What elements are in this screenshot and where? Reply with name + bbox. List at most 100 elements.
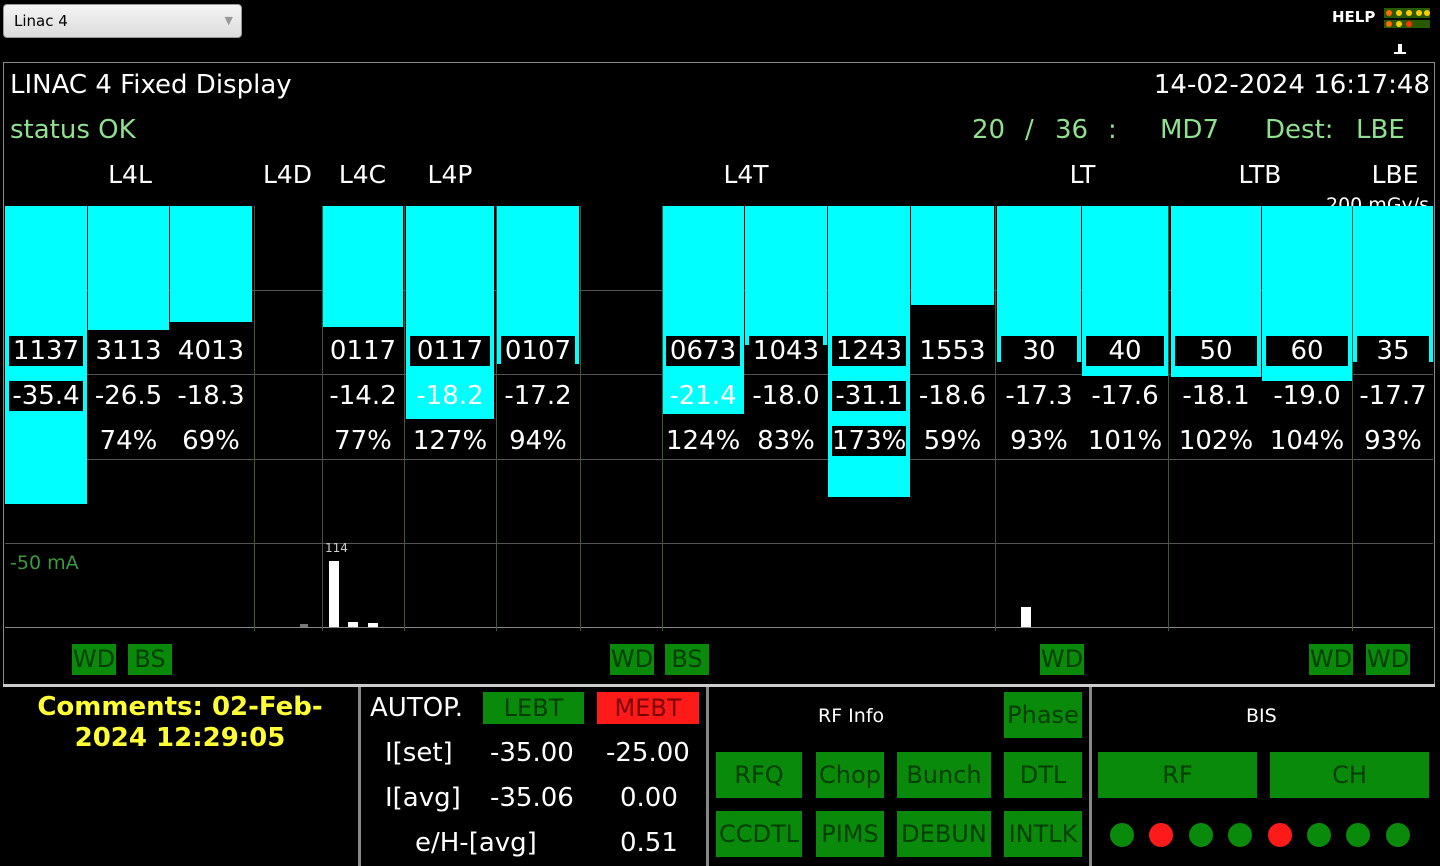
- rf-info-title: RF Info: [818, 705, 885, 727]
- iset-mebt-value: -25.00: [606, 738, 690, 768]
- loss-bar: [745, 206, 827, 345]
- tag-wd: WD: [1309, 644, 1353, 675]
- tag-wd: WD: [610, 644, 654, 675]
- beam-current-value: -17.6: [1091, 381, 1159, 411]
- beam-current-value: -18.1: [1182, 381, 1250, 411]
- cycle-number: 20: [972, 115, 1006, 145]
- bis-status-dot: [1267, 823, 1292, 847]
- monitor-id: 4013: [174, 336, 248, 366]
- dest-value: LBE: [1356, 115, 1405, 145]
- rf-button-bunch[interactable]: Bunch: [897, 752, 991, 798]
- monitor-id: 1043: [749, 336, 823, 366]
- beam-current-value: -17.3: [1005, 381, 1073, 411]
- machine-selector[interactable]: Linac 4 ▼: [3, 4, 242, 38]
- monitor-id: 35: [1357, 336, 1429, 366]
- bis-ch-button[interactable]: CH: [1270, 752, 1429, 798]
- traffic-lights-icon[interactable]: [1382, 6, 1432, 56]
- tag-wd: WD: [1040, 644, 1084, 675]
- section-divider: [995, 206, 996, 631]
- chevron-down-icon: ▼: [224, 14, 233, 27]
- rf-button-dtl[interactable]: DTL: [1004, 752, 1082, 798]
- transmission-percent: 93%: [1364, 426, 1422, 456]
- beam-current-value: -18.6: [918, 381, 987, 411]
- bar-column: [88, 206, 169, 631]
- bar-column: [997, 206, 1081, 631]
- comments-text: Comments: 02-Feb-2024 12:29:05: [37, 692, 323, 753]
- beam-current-value: -18.0: [752, 381, 820, 411]
- monitor-id: 40: [1086, 336, 1164, 366]
- beam-current-value: -35.4: [9, 381, 83, 411]
- timestamp: 14-02-2024 16:17:48: [1153, 70, 1430, 100]
- user-name: MD7: [1160, 115, 1219, 145]
- tag-wd: WD: [1366, 644, 1410, 675]
- bar-column: [662, 206, 744, 631]
- bar-column: [497, 206, 579, 631]
- rf-button-chop[interactable]: Chop: [816, 752, 884, 798]
- iavg-label: I[avg]: [385, 783, 461, 813]
- section-l4c: L4C: [338, 160, 387, 189]
- cycle-separator: /: [1025, 115, 1034, 145]
- tag-wd: WD: [72, 644, 116, 675]
- section-l4l: L4L: [108, 160, 152, 189]
- beam-current-value: -21.4: [669, 381, 737, 411]
- section-lt: LT: [1069, 160, 1096, 189]
- rf-button-ccdtl[interactable]: CCDTL: [716, 811, 802, 857]
- iset-label: I[set]: [385, 738, 453, 768]
- section-l4d: L4D: [262, 160, 313, 189]
- section-divider: [254, 206, 255, 631]
- monitor-id: 0117: [410, 336, 490, 366]
- bis-rf-button[interactable]: RF: [1098, 752, 1257, 798]
- bar-column: [911, 206, 994, 631]
- transmission-percent: 101%: [1087, 426, 1163, 456]
- section-divider: [1352, 206, 1353, 631]
- phase-button[interactable]: Phase: [1004, 692, 1082, 738]
- bis-status-dot: [1385, 823, 1410, 847]
- bar-column: [406, 206, 494, 631]
- bis-status-dot: [1307, 823, 1331, 847]
- rf-button-debun[interactable]: DEBUN: [897, 811, 991, 857]
- panel-divider: [358, 687, 361, 866]
- mebt-button[interactable]: MEBT: [597, 692, 699, 724]
- monitor-id: 1243: [832, 336, 906, 366]
- tag-bs: BS: [128, 644, 172, 675]
- rf-button-rfq[interactable]: RFQ: [716, 752, 802, 798]
- iset-lebt-value: -35.00: [490, 738, 574, 768]
- monitor-id: 50: [1175, 336, 1257, 366]
- rf-button-pims[interactable]: PIMS: [816, 811, 884, 857]
- bar-column: [828, 206, 910, 631]
- transmission-percent: 127%: [412, 426, 488, 456]
- bar-column: [1262, 206, 1352, 631]
- section-divider: [580, 206, 581, 631]
- bar-column: [745, 206, 827, 631]
- transmission-percent: 69%: [182, 426, 240, 456]
- transmission-percent: 94%: [509, 426, 567, 456]
- section-l4p: L4P: [427, 160, 473, 189]
- monitor-id: 0673: [666, 336, 740, 366]
- loss-bar: [911, 206, 994, 305]
- section-divider: [662, 206, 663, 631]
- transmission-percent: 102%: [1178, 426, 1254, 456]
- help-link[interactable]: HELP: [1332, 8, 1375, 26]
- rf-button-intlk[interactable]: INTLK: [1004, 811, 1082, 857]
- transmission-percent: 104%: [1269, 426, 1345, 456]
- monitor-id: 0107: [501, 336, 575, 366]
- transmission-percent: 93%: [1010, 426, 1068, 456]
- current-bar: [300, 624, 308, 627]
- autop-label: AUTOP.: [370, 693, 464, 723]
- section-divider: [1168, 206, 1169, 631]
- section-ltb: LTB: [1238, 160, 1282, 189]
- transmission-percent: 83%: [757, 426, 815, 456]
- machine-selector-value: Linac 4: [14, 12, 68, 30]
- monitor-id: 30: [1001, 336, 1077, 366]
- bar-column: [5, 206, 87, 631]
- beam-current-value: -17.2: [504, 381, 572, 411]
- section-l4t: L4T: [723, 160, 769, 189]
- tag-bs: BS: [665, 644, 709, 675]
- iavg-lebt-value: -35.06: [490, 783, 574, 813]
- cycle-colon: :: [1108, 115, 1117, 145]
- transmission-percent: 77%: [334, 426, 392, 456]
- bis-status-dot: [1228, 823, 1253, 847]
- bis-status-dot: [1110, 823, 1134, 847]
- panel-divider: [1089, 687, 1092, 866]
- lebt-button[interactable]: LEBT: [483, 692, 584, 724]
